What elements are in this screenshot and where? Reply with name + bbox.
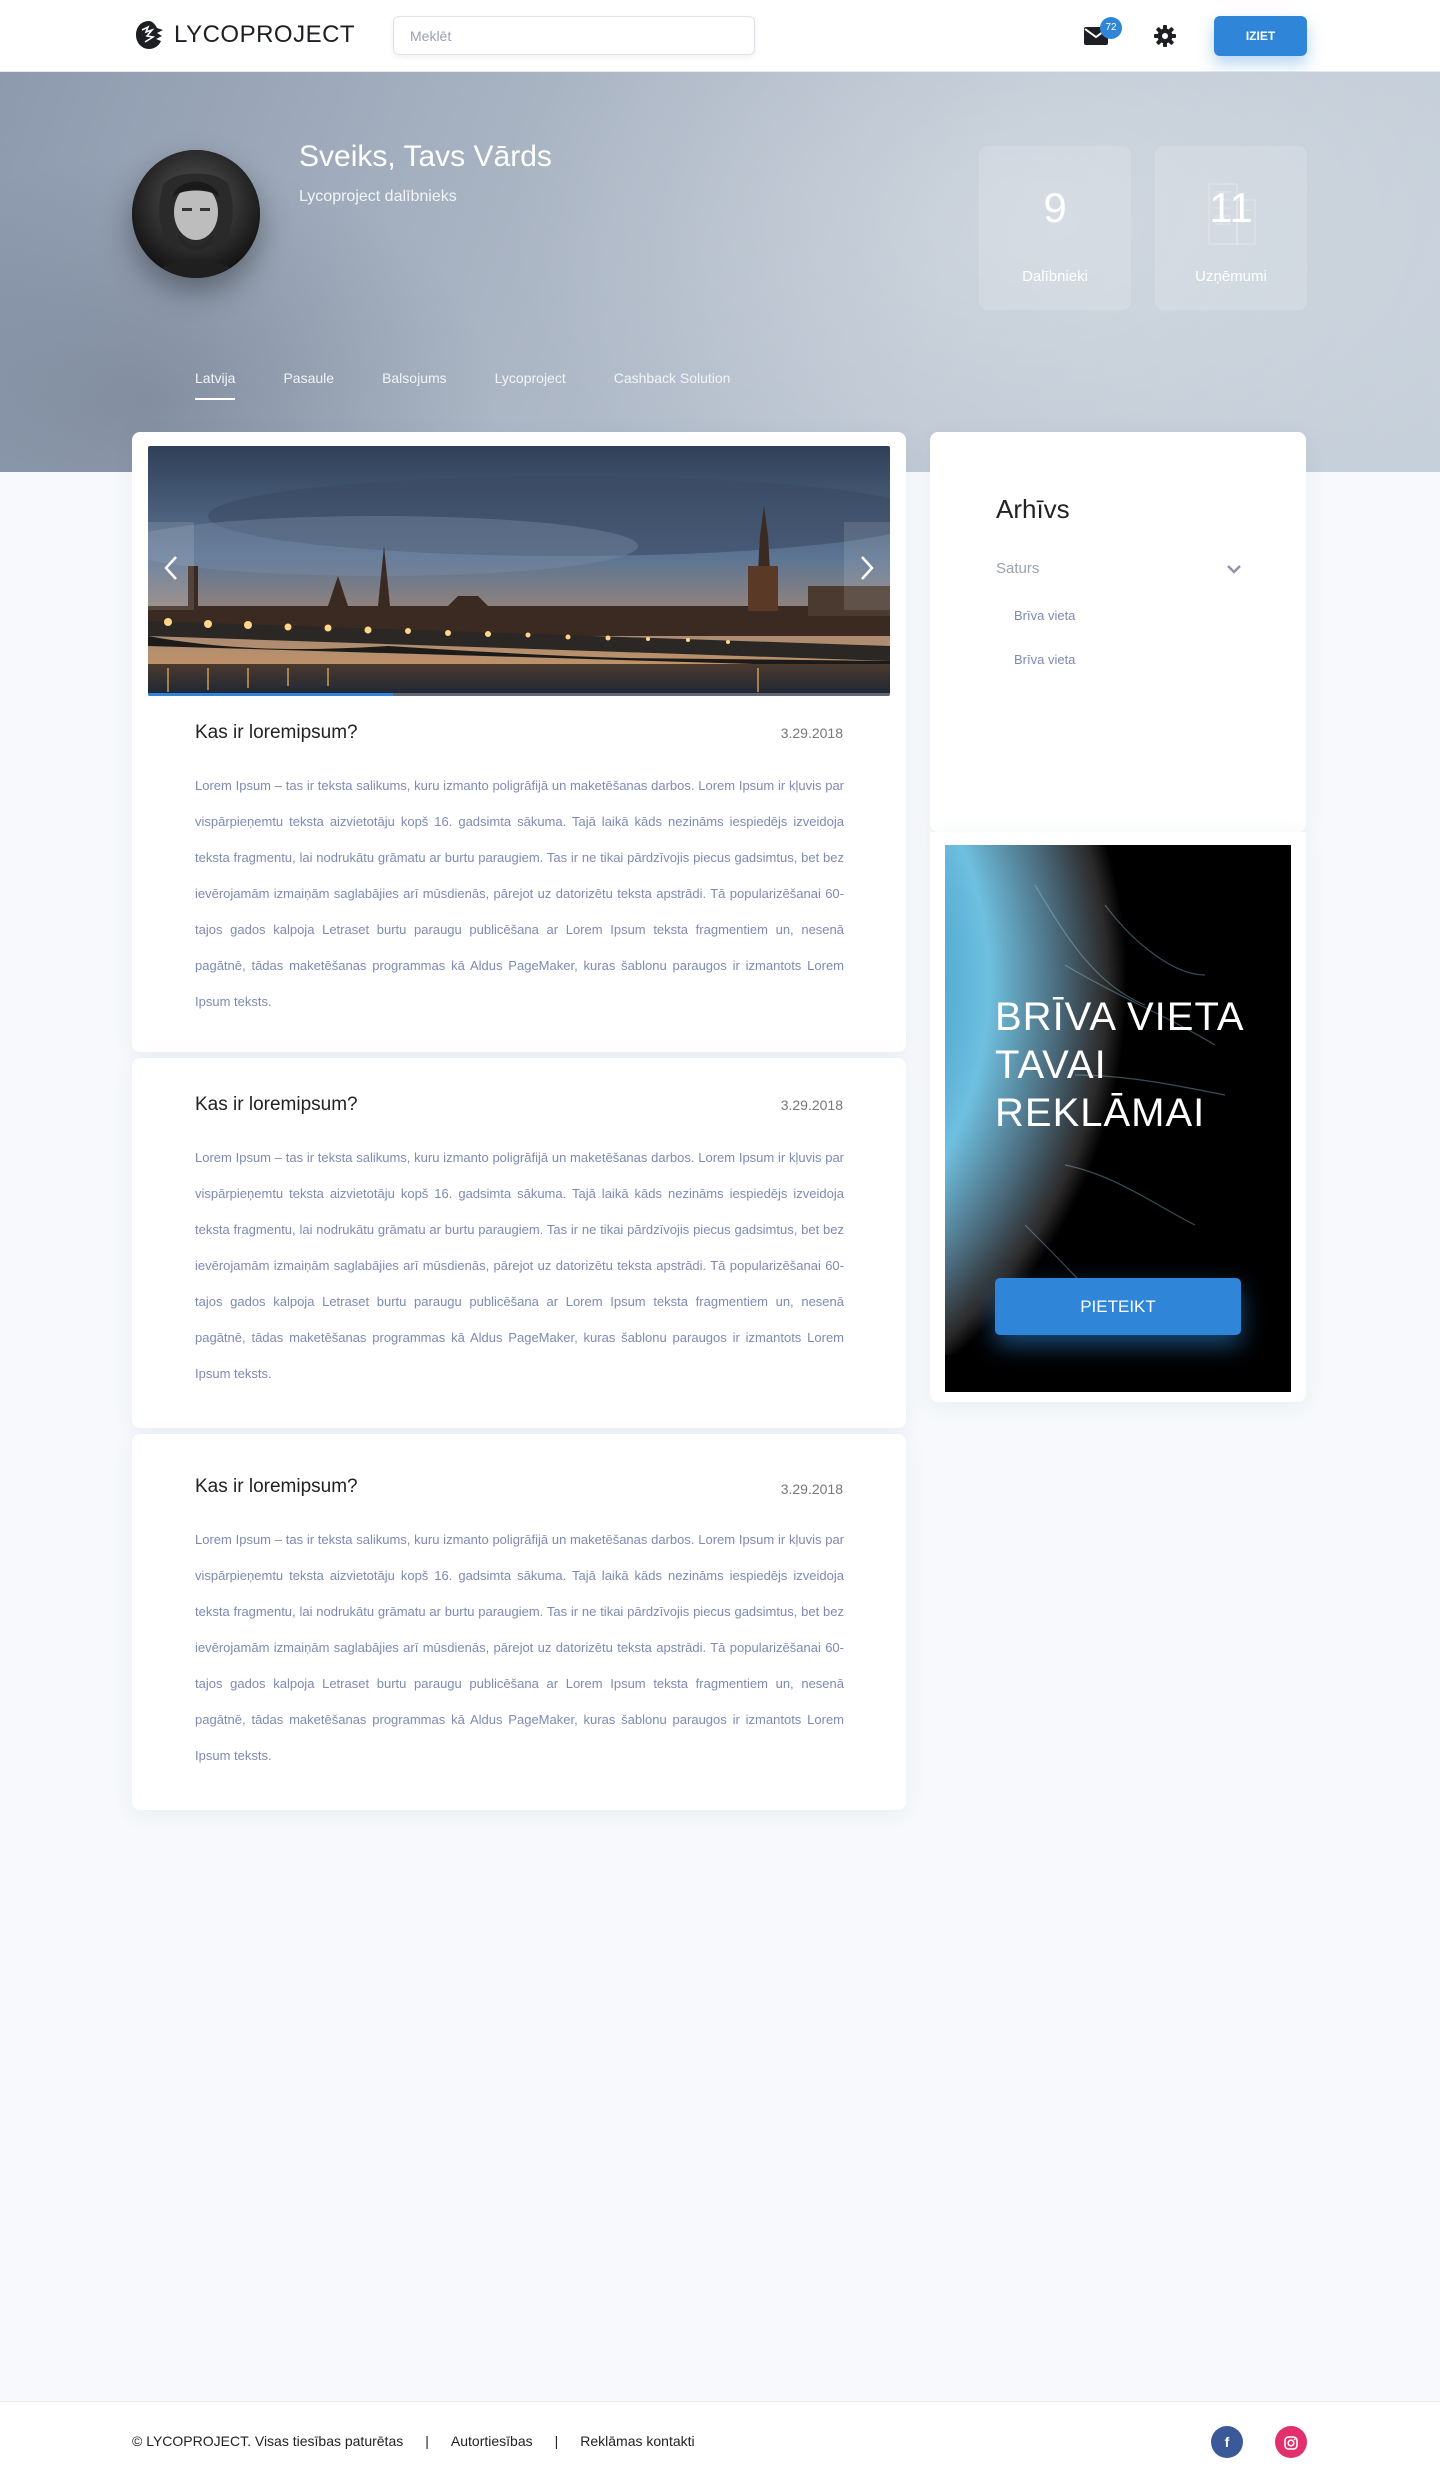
post-title[interactable]: Kas ir loremipsum? <box>195 722 358 744</box>
chevron-left-icon <box>164 556 177 580</box>
category-tabs: Latvija Pasaule Balsojums Lycoproject Ca… <box>195 370 778 400</box>
top-bar: LYCOPROJECT 72 IZIET <box>0 0 1440 72</box>
gear-icon[interactable] <box>1153 24 1177 48</box>
footer-link-copyright[interactable]: Autortiesības <box>451 2433 533 2449</box>
slider-image-riga-bridge <box>148 446 890 696</box>
archive-group-toggle[interactable]: Saturs <box>996 560 1252 577</box>
avatar-photo <box>132 150 260 278</box>
post-title[interactable]: Kas ir loremipsum? <box>195 1094 358 1116</box>
avatar[interactable] <box>132 150 260 278</box>
separator: | <box>554 2433 559 2449</box>
logo[interactable]: LYCOPROJECT <box>132 18 355 52</box>
post-card: Kas ir loremipsum? 3.29.2018 Lorem Ipsum… <box>132 1434 906 1810</box>
separator: | <box>425 2433 429 2449</box>
logo-text: LYCOPROJECT <box>174 21 356 48</box>
tab-cashback-solution[interactable]: Cashback Solution <box>614 370 731 400</box>
search-input[interactable] <box>393 16 755 55</box>
post-body: Lorem Ipsum – tas ir teksta salikums, ku… <box>195 1150 844 1381</box>
tab-latvija[interactable]: Latvija <box>195 370 236 400</box>
ad-banner: BRĪVA VIETA TAVAI REKLĀMAI PIETEIKT <box>945 845 1291 1392</box>
role-subtitle: Lycoproject dalībnieks <box>299 188 457 205</box>
post-body: Lorem Ipsum – tas ir teksta salikums, ku… <box>195 1532 844 1763</box>
greeting-title: Sveiks, Tavs Vārds <box>299 140 552 173</box>
tab-lycoproject[interactable]: Lycoproject <box>495 370 566 400</box>
archive-item[interactable]: Brīva vieta <box>1014 608 1075 623</box>
footer: © LYCOPROJECT. Visas tiesības paturētas … <box>0 2401 1440 2479</box>
post-body: Lorem Ipsum – tas ir teksta salikums, ku… <box>195 778 844 1009</box>
stat-value: 11 <box>1209 184 1253 231</box>
chevron-down-icon[interactable] <box>1225 560 1243 578</box>
slider-progress-fill <box>148 693 393 696</box>
lion-logo-icon <box>136 21 163 49</box>
post-date: 3.29.2018 <box>780 725 843 741</box>
instagram-icon[interactable] <box>1275 2426 1307 2458</box>
chevron-right-icon <box>861 556 874 580</box>
facebook-icon[interactable]: f <box>1211 2426 1243 2458</box>
image-slider[interactable] <box>148 446 890 696</box>
post-date: 3.29.2018 <box>780 1481 843 1497</box>
archive-panel: Arhīvs Saturs Brīva vieta Brīva vieta <box>930 432 1306 832</box>
post-card: Kas ir loremipsum? 3.29.2018 Lorem Ipsum… <box>132 432 906 1052</box>
logout-button[interactable]: IZIET <box>1214 16 1307 56</box>
profile-hero: Sveiks, Tavs Vārds Lycoproject dalībniek… <box>0 72 1440 472</box>
ad-headline: BRĪVA VIETA TAVAI REKLĀMAI <box>995 995 1243 1135</box>
footer-links: © LYCOPROJECT. Visas tiesības paturētas … <box>132 2433 695 2449</box>
slider-prev-button[interactable] <box>148 522 194 610</box>
archive-item[interactable]: Brīva vieta <box>1014 652 1075 667</box>
post-card: Kas ir loremipsum? 3.29.2018 Lorem Ipsum… <box>132 1058 906 1428</box>
tab-balsojums[interactable]: Balsojums <box>382 370 447 400</box>
tab-pasaule[interactable]: Pasaule <box>283 370 334 400</box>
footer-link-ad-contacts[interactable]: Reklāmas kontakti <box>580 2433 694 2449</box>
instagram-glyph <box>1284 2436 1298 2451</box>
stat-card-companies[interactable]: 11 Uzņēmumi <box>1155 146 1307 310</box>
slider-progress-bar <box>148 693 890 696</box>
apply-button[interactable]: PIETEIKT <box>995 1278 1241 1335</box>
post-date: 3.29.2018 <box>780 1097 843 1113</box>
copyright-text: © LYCOPROJECT. Visas tiesības paturētas <box>132 2433 404 2449</box>
notification-badge: 72 <box>1100 17 1122 39</box>
post-title[interactable]: Kas ir loremipsum? <box>195 1476 358 1498</box>
stat-label: Uzņēmumi <box>1195 268 1267 285</box>
stat-label: Dalībnieki <box>1022 268 1088 285</box>
stat-card-members[interactable]: 9 Dalībnieki <box>979 146 1131 310</box>
slider-next-button[interactable] <box>844 522 890 610</box>
archive-title: Arhīvs <box>996 494 1070 524</box>
stat-value: 9 <box>1043 184 1067 231</box>
